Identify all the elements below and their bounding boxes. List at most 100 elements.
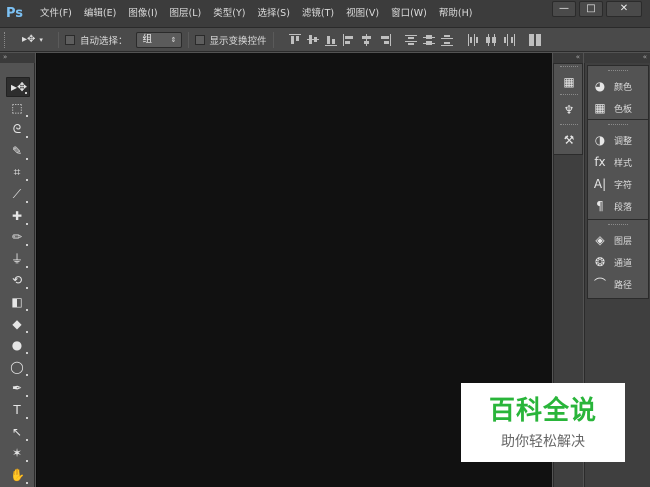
show-transform-checkbox[interactable] [194,34,205,45]
panel-tab-paragraph[interactable]: ¶ 段落 [592,196,648,216]
panel-grip[interactable] [608,224,628,226]
panel-grip[interactable] [608,70,628,72]
distribute-top-icon[interactable] [404,33,418,47]
align-right-icon[interactable] [378,33,392,47]
align-bottom-icon[interactable] [324,33,338,47]
distribute-bottom-icon[interactable] [440,33,454,47]
eraser-icon: ◧ [11,295,23,309]
menu-item[interactable]: 帮助(H) [439,0,473,28]
brush-presets-icon[interactable]: ♆ [561,102,577,118]
flyout-indicator [26,179,28,182]
healing-brush-tool[interactable]: ✚ [6,207,30,227]
options-bar-grip[interactable] [4,31,8,48]
distribute-hcenter-icon[interactable] [484,33,498,47]
photoshop-logo: Ps [6,6,24,21]
menu-item[interactable]: 窗口(W) [391,0,427,28]
paint-bucket-icon: ◆ [12,316,22,331]
panel-grip[interactable] [608,124,628,126]
clone-stamp-tool[interactable]: ⏚ [6,250,30,270]
panel-tab-character[interactable]: A| 字符 [592,174,648,194]
crop-icon: ⌗ [13,165,21,180]
expand-icon: » [3,53,8,61]
close-button[interactable]: ✕ [606,1,642,17]
align-top-icon[interactable] [288,33,302,47]
move-tool[interactable]: ▸✥ [6,77,30,97]
pen-tool[interactable]: ✒ [6,379,30,399]
quick-select-tool[interactable]: ✎ [6,142,30,162]
panel-grip[interactable] [560,124,578,126]
panel-group-layers: ◈ 图层 ❂ 通道 ⌒ 路径 [587,219,649,299]
panel-tab-label: 段落 [614,202,633,213]
flyout-indicator [26,114,28,117]
path-select-tool[interactable]: ↖ [6,423,30,443]
align-hcenter-icon[interactable] [360,33,374,47]
flyout-indicator [26,287,28,290]
eraser-tool[interactable]: ◧ [6,293,30,313]
menu-item[interactable]: 编辑(E) [84,0,116,28]
auto-select-checkbox[interactable] [65,34,75,45]
auto-select-dropdown[interactable]: 组 ⇕ [135,31,182,48]
restore-button[interactable]: □ [579,1,603,17]
history-brush-tool[interactable]: ⟲ [6,271,30,291]
icon-panel-dock: ▦ ♆ ⚒ [553,63,583,155]
panel-grip[interactable] [560,66,578,68]
panel-tab-adjustments[interactable]: ◑ 调整 [592,130,648,150]
panel-tab-styles[interactable]: fx 样式 [592,152,648,172]
distribute-vcenter-icon[interactable] [422,33,436,47]
panel-group-color: ◕ 颜色 ▦ 色板 [587,65,649,123]
panel-tab-swatches[interactable]: ▦ 色板 [592,98,648,118]
minimize-button[interactable]: — [552,1,576,17]
palette-icon: ◕ [594,79,606,93]
eyedropper-tool[interactable]: ⟋ [6,185,30,205]
type-tool[interactable]: T [6,401,30,421]
history-icon[interactable]: ▦ [561,74,577,90]
paragraph-icon: ¶ [596,199,604,213]
options-bar: ▸✥ ▾ 自动选择： 组 ⇕ 显示变换控件 [0,28,650,52]
align-vcenter-icon[interactable] [306,33,320,47]
marquee-tool[interactable]: ⬚ [6,99,30,119]
collapse-icon: « [575,53,580,61]
hand-icon: ✋ [10,467,25,482]
panel-tab-layers[interactable]: ◈ 图层 [592,230,648,250]
brush-tool[interactable]: ✏ [6,228,30,248]
marquee-icon: ⬚ [11,100,23,115]
distribute-right-icon[interactable] [502,33,516,47]
flyout-indicator [26,460,28,463]
align-left-icon[interactable] [342,33,356,47]
hand-tool[interactable]: ✋ [6,466,30,486]
icon-panel-collapse-bar[interactable]: « [553,53,583,63]
menu-item[interactable]: 图层(L) [170,0,202,28]
distribute-left-icon[interactable] [466,33,480,47]
flyout-indicator [26,481,28,484]
lasso-tool[interactable]: ᘓ [6,120,30,140]
dodge-tool[interactable]: ◯ [6,358,30,378]
tool-presets-icon[interactable]: ⚒ [561,132,577,148]
panel-tab-palette[interactable]: ◕ 颜色 [592,76,648,96]
auto-align-layers-icon[interactable] [528,33,542,47]
panel-tab-channels[interactable]: ❂ 通道 [592,252,648,272]
quick-select-icon: ✎ [11,143,23,158]
panel-dock-collapse-bar[interactable]: « [584,53,650,63]
blur-tool[interactable]: ● [6,336,30,356]
shape-tool[interactable]: ✶ [6,444,30,464]
menu-item[interactable]: 选择(S) [257,0,289,28]
window-controls: — □ ✕ [549,1,642,17]
dodge-icon: ◯ [10,359,24,374]
auto-select-label: 自动选择： [80,35,128,47]
menu-item[interactable]: 图像(I) [128,0,157,28]
blur-icon: ● [11,338,23,353]
panel-tab-label: 图层 [614,236,633,247]
crop-tool[interactable]: ⌗ [6,163,30,183]
paint-bucket-tool[interactable]: ◆ [6,315,30,335]
dropdown-arrow-icon: ⇕ [170,35,177,44]
menu-item[interactable]: 文件(F) [40,0,72,28]
menu-item[interactable]: 类型(Y) [213,0,245,28]
tools-panel: ▸✥ ⬚ ᘓ ✎ ⌗ ⟋ ✚ ✏ ⏚ ⟲ ◧ ◆ ● ◯ ✒ T ↖ ✶ ✋ [0,63,35,487]
menu-item[interactable]: 视图(V) [346,0,379,28]
panel-group-adjust: ◑ 调整 fx 样式 A| 字符 ¶ 段落 [587,119,649,221]
menu-item[interactable]: 滤镜(T) [302,0,334,28]
panel-grip[interactable] [560,94,578,96]
panel-tab-paths[interactable]: ⌒ 路径 [592,274,648,294]
toolbar-collapse-bar[interactable]: » [0,53,35,63]
tool-preset-picker[interactable]: ▸✥ ▾ [22,32,52,48]
